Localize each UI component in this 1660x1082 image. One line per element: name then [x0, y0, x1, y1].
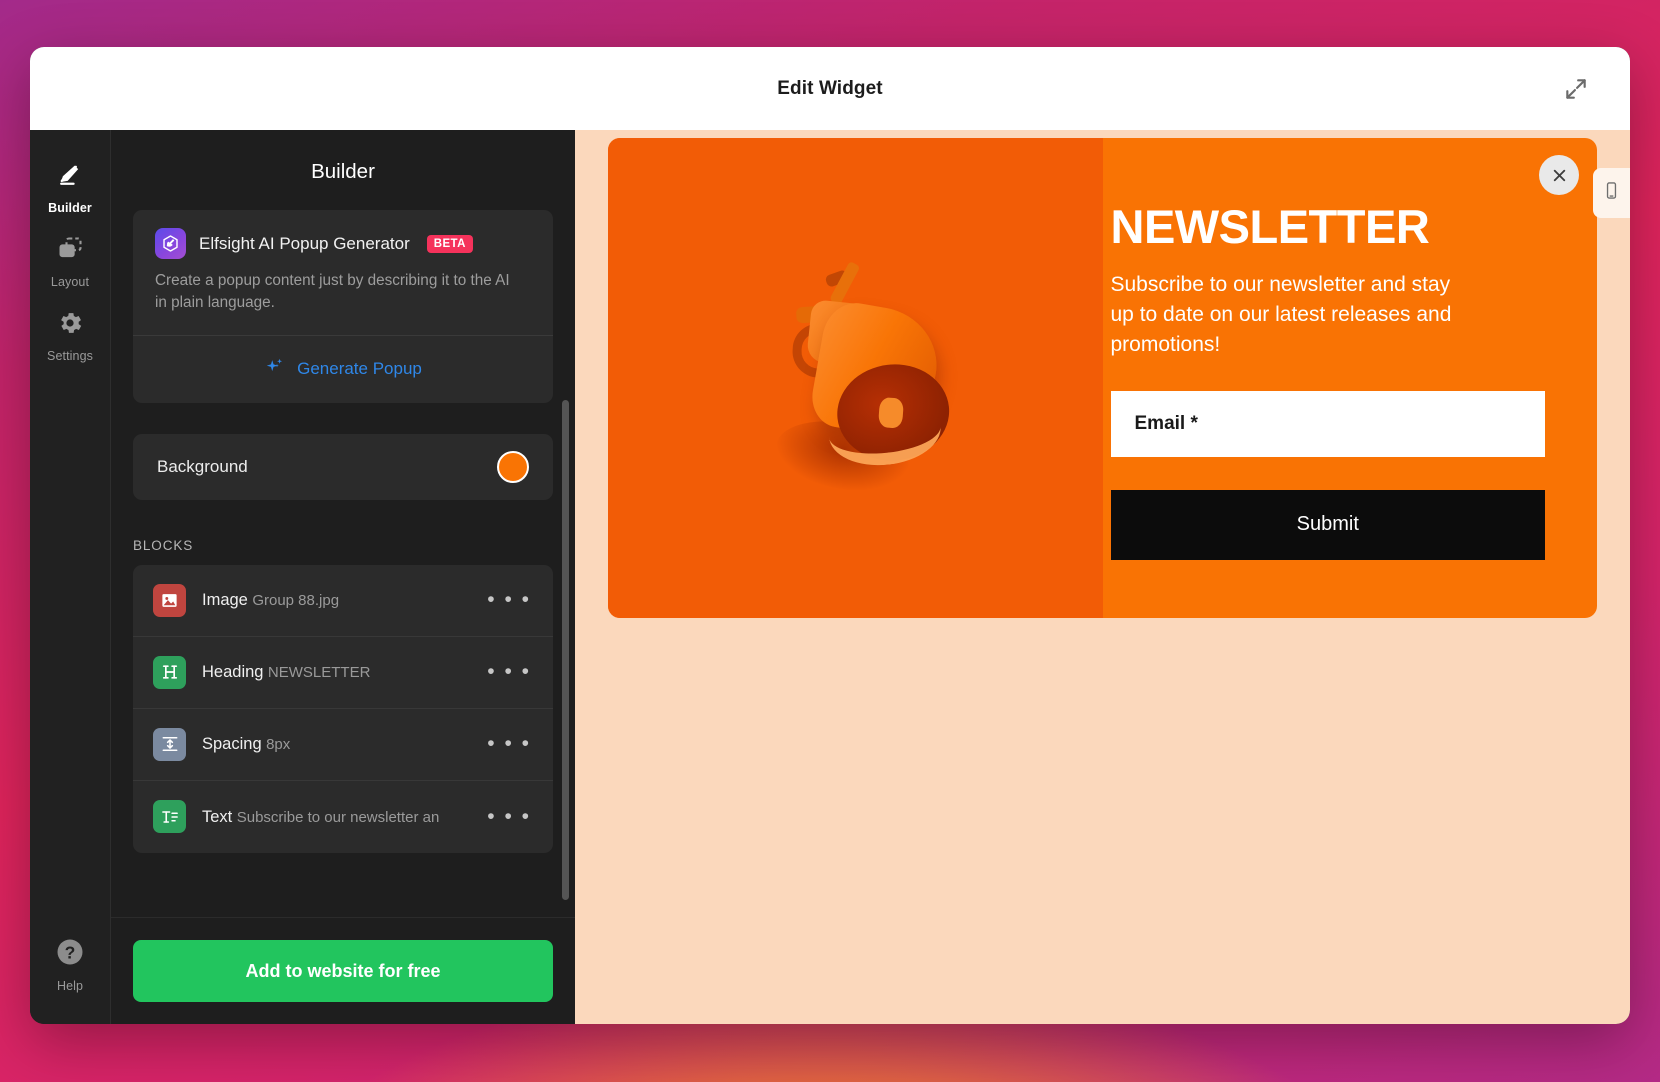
block-item-more-menu[interactable]: • • •	[481, 588, 531, 612]
builder-panel: Builder Elfsight AI Popup Generator BETA…	[111, 130, 575, 1024]
add-to-website-button[interactable]: Add to website for free	[133, 940, 553, 1002]
ai-card-description: Create a popup content just by describin…	[155, 272, 510, 312]
question-circle-icon: ?	[55, 937, 85, 972]
popup-content-area: NEWSLETTER Subscribe to our newsletter a…	[1103, 138, 1598, 618]
megaphone-photo	[710, 233, 1000, 523]
block-item-subtitle: NEWSLETTER	[267, 664, 371, 682]
window-body: Builder Layout Settings ? Help Builder E…	[30, 130, 1630, 1024]
background-setting-row[interactable]: Background	[133, 433, 553, 500]
sidebar-item-builder[interactable]: Builder	[34, 150, 106, 224]
panel-title: Builder	[311, 160, 375, 183]
popup-image-area[interactable]	[608, 138, 1103, 618]
block-item-subtitle: Group 88.jpg	[252, 592, 340, 610]
block-item-text: Spacing 8px	[202, 734, 465, 755]
mobile-preview-toggle[interactable]	[1593, 168, 1630, 218]
ai-card-title-row: Elfsight AI Popup Generator BETA	[155, 228, 531, 259]
layout-icon	[56, 235, 84, 268]
block-item-subtitle: Subscribe to our newsletter an	[236, 808, 440, 826]
edit-widget-window: Edit Widget Builder Layout Settings ? He…	[30, 47, 1630, 1024]
generate-popup-button[interactable]: Generate Popup	[133, 336, 553, 403]
ai-card-title: Elfsight AI Popup Generator	[199, 233, 410, 253]
ai-card-header: Elfsight AI Popup Generator BETA Create …	[133, 210, 553, 335]
popup-body-text[interactable]: Subscribe to our newsletter and stay up …	[1111, 270, 1461, 361]
sidebar-item-help[interactable]: ? Help	[34, 926, 106, 1002]
block-list-item-image[interactable]: Image Group 88.jpg • • •	[133, 565, 553, 637]
ai-popup-generator-card: Elfsight AI Popup Generator BETA Create …	[133, 210, 553, 403]
blocks-section-title: BLOCKS	[133, 537, 194, 553]
block-item-more-menu[interactable]: • • •	[481, 732, 531, 756]
sidebar-item-label: Builder	[48, 201, 92, 215]
submit-button[interactable]: Submit	[1110, 489, 1545, 560]
block-item-more-menu[interactable]: • • •	[481, 660, 531, 684]
block-item-name: Heading	[202, 663, 264, 682]
block-list-item-heading[interactable]: Heading NEWSLETTER • • •	[133, 637, 553, 709]
block-item-text: Image Group 88.jpg	[202, 590, 465, 611]
panel-scroll-area: Elfsight AI Popup Generator BETA Create …	[111, 210, 575, 917]
gear-icon	[56, 309, 84, 342]
sidebar-item-layout[interactable]: Layout	[34, 224, 106, 298]
panel-scrollbar[interactable]	[562, 400, 569, 900]
block-item-text: Heading NEWSLETTER	[202, 662, 465, 683]
block-item-text: Text Subscribe to our newsletter an	[202, 807, 465, 828]
page-title: Edit Widget	[777, 77, 883, 99]
email-field[interactable]	[1110, 390, 1545, 457]
spacing-icon	[153, 727, 186, 761]
generate-popup-label: Generate Popup	[297, 359, 422, 379]
text-icon	[153, 800, 186, 834]
status-badge: BETA	[426, 234, 473, 253]
heading-icon	[153, 655, 186, 689]
popup-heading[interactable]: NEWSLETTER	[1111, 202, 1546, 252]
sidebar-item-settings[interactable]: Settings	[34, 298, 106, 372]
preview-stage: NEWSLETTER Subscribe to our newsletter a…	[575, 130, 1630, 1024]
block-item-name: Text	[202, 807, 233, 826]
background-label: Background	[157, 456, 248, 476]
sparkles-icon	[264, 356, 286, 383]
sidebar-item-label: Settings	[47, 349, 93, 363]
pencil-icon	[56, 161, 84, 194]
mobile-phone-icon	[1602, 181, 1621, 205]
expand-diagonal-icon[interactable]	[1558, 71, 1594, 107]
window-titlebar: Edit Widget	[30, 47, 1630, 130]
sidebar-item-label: Layout	[50, 275, 90, 289]
panel-footer: Add to website for free	[111, 917, 575, 1024]
icon-rail: Builder Layout Settings ? Help	[30, 130, 111, 1024]
block-list-item-spacing[interactable]: Spacing 8px • • •	[133, 709, 553, 781]
sidebar-item-label: Help	[56, 979, 84, 993]
block-item-more-menu[interactable]: • • •	[481, 805, 531, 829]
block-item-name: Image	[202, 591, 248, 610]
popup-preview: NEWSLETTER Subscribe to our newsletter a…	[608, 138, 1597, 618]
block-list-item-text[interactable]: Text Subscribe to our newsletter an • • …	[133, 781, 553, 853]
image-icon	[153, 583, 186, 617]
block-item-name: Spacing	[202, 735, 262, 754]
elfsight-logo-icon	[155, 228, 186, 259]
blocks-list: Image Group 88.jpg • • • Heading NEWSLET…	[133, 564, 553, 853]
close-x-icon[interactable]	[1539, 155, 1579, 195]
svg-text:?: ?	[65, 942, 76, 962]
block-item-subtitle: 8px	[266, 736, 291, 754]
background-color-swatch[interactable]	[497, 450, 529, 483]
